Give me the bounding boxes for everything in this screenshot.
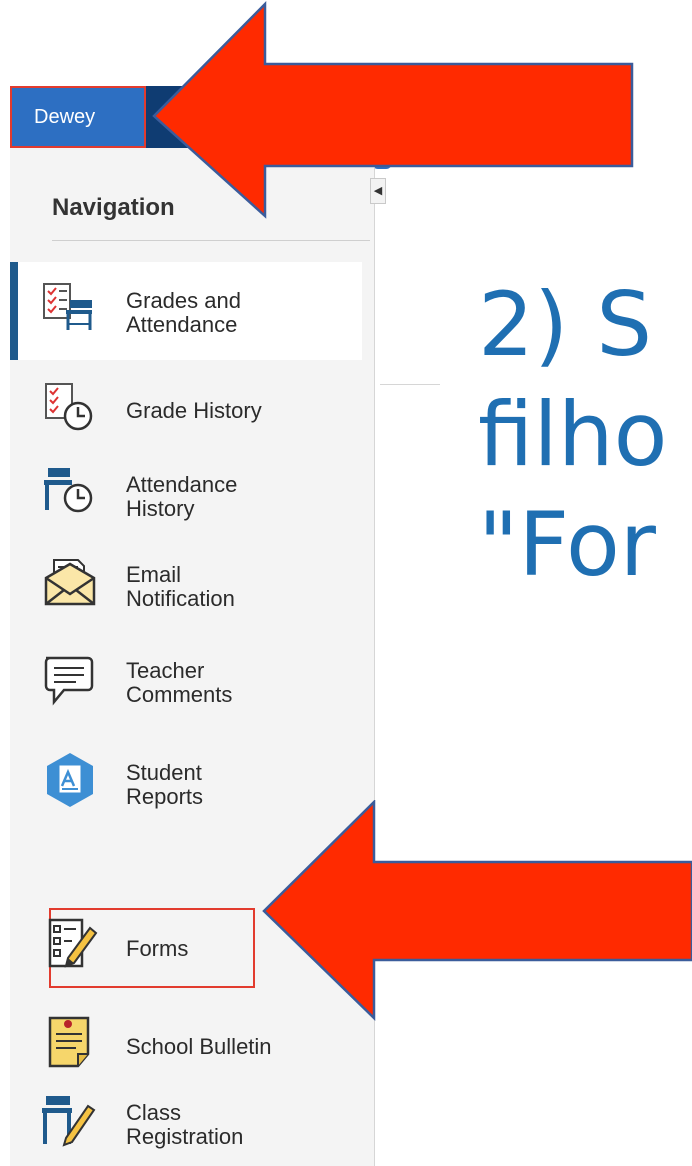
instruction-line-3: "For <box>478 493 656 596</box>
sidebar-item-class-registration[interactable]: Class Registration <box>40 1090 360 1160</box>
grade-history-icon <box>45 383 93 431</box>
teacher-comments-icon <box>44 656 94 706</box>
school-bulletin-icon <box>48 1016 90 1068</box>
class-registration-icon <box>42 1096 96 1147</box>
sidebar-item-grade-history[interactable]: Grade History <box>40 376 360 446</box>
sidebar-item-email-notification[interactable]: Email Notification <box>40 552 360 622</box>
user-name-tab[interactable]: Dewey <box>10 86 146 148</box>
navigation-divider <box>52 240 370 241</box>
email-notification-icon <box>44 559 96 606</box>
sidebar-item-label: Class Registration <box>126 1100 244 1149</box>
sidebar-item-label: School Bulletin <box>126 1034 272 1059</box>
sidebar-item-attendance-history[interactable]: Attendance History <box>40 462 360 532</box>
sidebar-item-label: Teacher Comments <box>126 658 233 707</box>
instruction-line-1: 2) S <box>478 273 653 376</box>
grades-attendance-icon <box>43 283 92 330</box>
top-arrow-icon <box>152 0 634 219</box>
sidebar-item-label: Grades and Attendance <box>126 288 241 337</box>
sidebar-item-school-bulletin[interactable]: School Bulletin <box>40 1012 360 1082</box>
sidebar-item-label: Email Notification <box>126 562 235 611</box>
active-item-indicator <box>10 262 18 360</box>
forms-icon <box>48 918 98 968</box>
sidebar-item-grades-and-attendance[interactable]: Grades and Attendance <box>40 278 360 348</box>
student-reports-icon <box>47 753 93 807</box>
sidebar-item-label: Attendance History <box>126 472 238 521</box>
screenshot-canvas: Dewey ◀ Navigation Grades and Attendance <box>0 0 692 1166</box>
forms-arrow-icon <box>262 800 692 1021</box>
sidebar-item-teacher-comments[interactable]: Teacher Comments <box>40 648 360 718</box>
instruction-text: 2) S filho "For <box>478 270 668 600</box>
sidebar-item-label: Grade History <box>126 398 262 423</box>
attendance-history-icon <box>44 468 93 513</box>
instruction-line-2: filho <box>478 383 668 486</box>
content-divider <box>380 384 440 385</box>
